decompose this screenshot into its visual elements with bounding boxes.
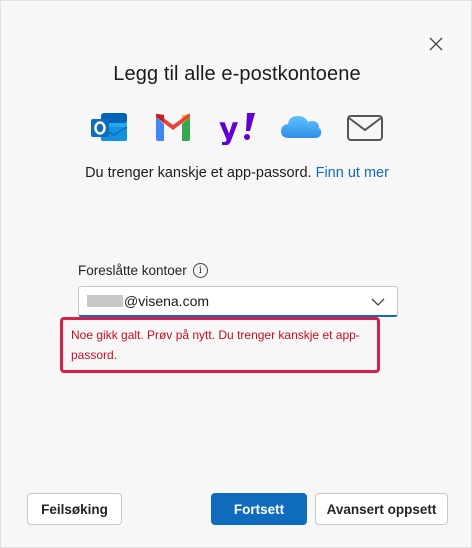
add-accounts-dialog: Legg til alle e-postkontoene y Du trenge…: [0, 0, 472, 548]
hint-text: Du trenger kanskje et app-passord.: [85, 165, 312, 181]
info-icon[interactable]: i: [192, 263, 208, 278]
suggested-accounts-label-text: Foreslåtte kontoer: [78, 263, 187, 278]
chevron-down-icon: [371, 298, 385, 306]
close-button[interactable]: [424, 32, 448, 56]
suggested-accounts-label: Foreslåtte kontoer i: [78, 263, 208, 278]
mail-envelope-icon: [343, 105, 387, 149]
selected-account: @visena.com: [124, 293, 210, 309]
icloud-icon: [279, 105, 323, 149]
close-icon: [429, 37, 443, 51]
learn-more-link[interactable]: Finn ut mer: [316, 165, 389, 181]
provider-icons: y: [87, 105, 387, 149]
app-password-hint: Du trenger kanskje et app-passord. Finn …: [61, 163, 413, 184]
dialog-title: Legg til alle e-postkontoene: [113, 63, 361, 85]
advanced-setup-button[interactable]: Avansert oppsett: [315, 493, 448, 525]
error-message-box: Noe gikk galt. Prøv på nytt. Du trenger …: [60, 317, 380, 373]
yahoo-icon: y: [215, 105, 259, 149]
troubleshoot-button[interactable]: Feilsøking: [27, 493, 122, 525]
continue-button[interactable]: Fortsett: [211, 493, 307, 525]
gmail-icon: [151, 105, 195, 149]
outlook-icon: [87, 105, 131, 149]
error-message: Noe gikk galt. Prøv på nytt. Du trenger …: [71, 328, 360, 362]
suggested-accounts-dropdown[interactable]: @visena.com: [78, 286, 398, 317]
svg-text:y: y: [219, 112, 239, 145]
redacted-username: [87, 295, 123, 307]
